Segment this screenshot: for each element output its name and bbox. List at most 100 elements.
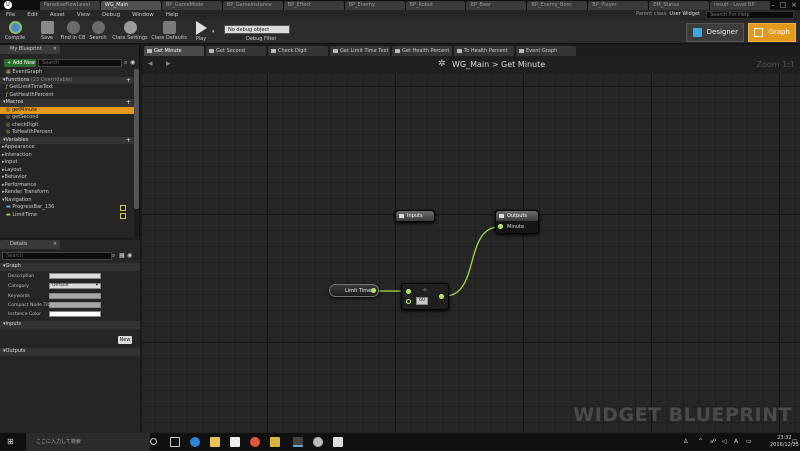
divide-node[interactable]: ÷ 60 <box>401 283 449 310</box>
eye-icon[interactable]: ◉ <box>127 252 132 259</box>
instance-color-field[interactable] <box>49 311 101 317</box>
doc-tab-active[interactable]: Get Minute <box>144 46 204 56</box>
keyboard-icon[interactable]: ▭ <box>746 433 752 451</box>
new-input-button[interactable]: New <box>118 336 132 344</box>
compact-node-title-field[interactable] <box>49 302 101 308</box>
editor-tab[interactable]: BP_Robot <box>405 1 466 10</box>
blueprint-scrollbar[interactable] <box>134 69 139 237</box>
expose-checkbox[interactable] <box>120 212 126 219</box>
editor-tab[interactable]: BP_Player <box>588 1 649 10</box>
taskbar-search-input[interactable]: ここに入力して検索 <box>26 433 150 451</box>
doc-tab[interactable]: Check Digit <box>268 46 328 56</box>
windows-start-icon[interactable]: ⊞ <box>7 433 14 451</box>
outputs-section[interactable]: ▾Outputs <box>0 348 140 356</box>
functions-section[interactable]: ▾Functions (23 Overridable) + <box>0 76 134 84</box>
editor-tab[interactable]: ParadiseFlowLevel <box>40 1 100 10</box>
category-item[interactable]: ▸Render Transform <box>0 189 134 197</box>
category-item[interactable]: ▾Navigation <box>0 197 134 205</box>
close-icon[interactable]: × <box>789 0 799 10</box>
category-item[interactable]: ▸Interaction <box>0 152 134 160</box>
editor-tab[interactable]: BP_Effect <box>283 1 344 10</box>
store-icon[interactable] <box>230 437 240 447</box>
divide-input-pin-a[interactable] <box>406 289 411 294</box>
outputs-node[interactable]: Outputs Minute <box>495 210 539 234</box>
task-view-icon[interactable] <box>170 437 180 447</box>
add-variable-icon[interactable]: + <box>126 137 131 145</box>
compile-button[interactable]: Compile <box>4 21 26 43</box>
people-icon[interactable]: ♙ <box>683 433 688 451</box>
graph-section[interactable]: ▾Graph <box>0 263 140 271</box>
menu-view[interactable]: View <box>71 12 96 18</box>
macros-section[interactable]: ▾Macros + <box>0 99 134 107</box>
function-item[interactable]: ƒ GetHealthPercent <box>0 92 134 100</box>
category-item[interactable]: ▸Appearance <box>0 144 134 152</box>
class-settings-button[interactable]: Class Settings <box>112 21 148 43</box>
editor-tab[interactable]: result - Level BP <box>710 1 771 10</box>
limit-time-output-pin[interactable] <box>371 288 376 293</box>
designer-mode-button[interactable]: Designer <box>686 23 744 42</box>
editor-tab[interactable]: BP_GameMode <box>161 1 222 10</box>
divide-output-pin[interactable] <box>439 294 444 299</box>
keywords-field[interactable] <box>49 293 101 299</box>
event-graph-item[interactable]: ▦ EventGraph <box>0 69 134 77</box>
inputs-node[interactable]: Inputs <box>395 210 435 222</box>
menu-help[interactable]: Help <box>160 12 185 18</box>
menu-asset[interactable]: Asset <box>44 12 71 18</box>
doc-tab[interactable]: To Health Percent <box>454 46 514 56</box>
notification-icon[interactable]: ▢ <box>792 433 798 451</box>
variable-item[interactable]: ▬ LimitTime <box>0 212 134 220</box>
macro-item-selected[interactable]: ◎ getMinute <box>0 106 134 114</box>
close-icon[interactable]: × <box>53 240 57 249</box>
photos-icon[interactable] <box>333 437 343 447</box>
close-icon[interactable]: × <box>53 45 57 54</box>
tray-chevron-icon[interactable]: ^ <box>698 433 703 451</box>
edge-browser-icon[interactable] <box>190 437 200 447</box>
menu-edit[interactable]: Edit <box>21 12 44 18</box>
grid-view-icon[interactable]: ▦ <box>119 252 125 259</box>
minute-input-pin[interactable] <box>498 224 503 229</box>
search-button[interactable]: Search <box>89 21 107 43</box>
eye-icon[interactable]: ◉ <box>130 59 135 66</box>
play-button[interactable]: Play <box>192 21 210 43</box>
editor-tab-active[interactable]: WG_Main <box>100 1 161 10</box>
divide-input-pin-b[interactable] <box>406 299 411 304</box>
scrollbar-thumb[interactable] <box>134 69 139 209</box>
category-item[interactable]: ▸Performance <box>0 182 134 190</box>
minimize-icon[interactable]: – <box>768 0 778 10</box>
macro-item[interactable]: ◎ getSecond <box>0 114 134 122</box>
debug-object-select[interactable]: No debug object selected ▾ <box>224 25 290 42</box>
doc-tab[interactable]: Get Limit Time Text <box>330 46 390 56</box>
save-button[interactable]: Save <box>38 21 56 43</box>
details-tab[interactable]: Details × <box>0 240 60 249</box>
details-search-input[interactable]: Search <box>2 252 112 260</box>
editor-tab[interactable]: BP_Enemy_Boss <box>527 1 588 10</box>
graph-canvas[interactable]: ◂ ▸ ✲ WG_Main > Get Minute Zoom 1:1 Inpu… <box>142 56 800 432</box>
editor-tab[interactable]: BP_Enemy <box>344 1 405 10</box>
chrome-icon[interactable] <box>250 437 260 447</box>
blueprint-search-input[interactable]: Search <box>38 59 122 67</box>
volume-icon[interactable]: ◁ <box>722 433 727 451</box>
doc-tab[interactable]: Get Second <box>206 46 266 56</box>
macro-item[interactable]: ◎ ToHealthPercent <box>0 129 134 137</box>
search-help-input[interactable]: Search For Help <box>706 11 794 19</box>
expose-checkbox[interactable] <box>120 205 126 211</box>
divisor-input[interactable]: 60 <box>416 297 428 305</box>
my-blueprint-tab[interactable]: My Blueprint × <box>0 45 60 54</box>
menu-window[interactable]: Window <box>126 12 160 18</box>
category-select[interactable]: Default ▾ <box>49 283 101 289</box>
description-field[interactable] <box>49 273 101 279</box>
editor-tab[interactable]: EM_Status <box>649 1 710 10</box>
limit-time-getter-node[interactable]: Limit Time <box>329 284 379 297</box>
menu-file[interactable]: File <box>0 12 21 18</box>
category-item[interactable]: ▸Input <box>0 159 134 167</box>
editor-tab[interactable]: BP_Bear <box>466 1 527 10</box>
doc-tab[interactable]: Event Graph <box>516 46 576 56</box>
file-explorer-icon[interactable] <box>210 437 220 447</box>
class-defaults-button[interactable]: Class Defaults <box>151 21 187 43</box>
app-icon[interactable] <box>313 437 323 447</box>
microphone-icon[interactable] <box>150 438 157 445</box>
inputs-section[interactable]: ▾Inputs <box>0 321 140 329</box>
add-macro-icon[interactable]: + <box>126 99 131 107</box>
folder-icon[interactable] <box>270 437 280 447</box>
add-new-button[interactable]: + Add New <box>4 59 36 67</box>
